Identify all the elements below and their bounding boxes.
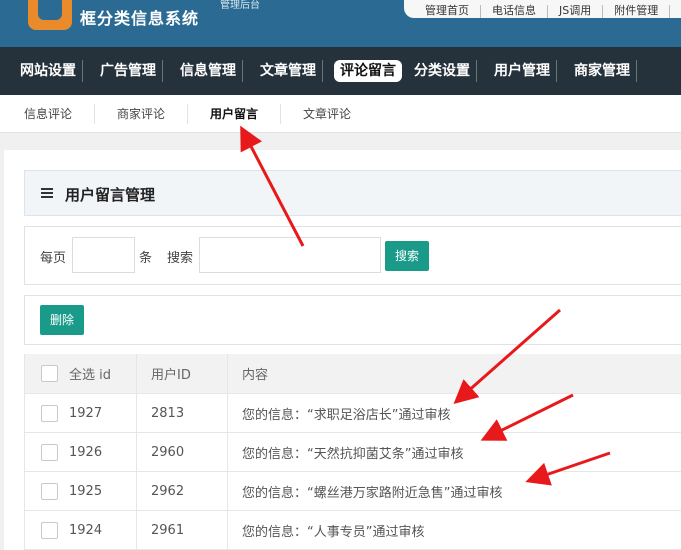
page-title: 用户留言管理 [65, 186, 156, 204]
per-page-input[interactable] [72, 237, 135, 273]
nav-item-ads[interactable]: 广告管理 [94, 60, 163, 82]
page-title-bar: 用户留言管理 [24, 170, 681, 216]
top-header: 框分类信息系统 管理后台 管理首页 电话信息 JS调用 附件管理 [0, 0, 681, 47]
nav-item-categories[interactable]: 分类设置 [408, 60, 477, 82]
sub-nav: 信息评论 商家评论 用户留言 文章评论 [0, 95, 681, 133]
nav-item-users[interactable]: 用户管理 [488, 60, 557, 82]
nav-item-comments[interactable]: 评论留言 [334, 60, 402, 82]
header-user-id: 用户ID [137, 354, 228, 393]
nav-item-site-settings[interactable]: 网站设置 [14, 60, 83, 82]
row-checkbox[interactable] [41, 482, 58, 500]
row-user-id: 2962 [137, 472, 228, 510]
main-nav: 网站设置 广告管理 信息管理 文章管理 评论留言 分类设置 用户管理 商家管理 [0, 47, 681, 95]
quick-link-home[interactable]: 管理首页 [414, 5, 481, 18]
row-content: 您的信息：“螺丝港万家路附近急售”通过审核 [242, 485, 503, 501]
row-id: 1924 [69, 522, 103, 538]
quick-links: 管理首页 电话信息 JS调用 附件管理 [404, 0, 681, 18]
search-input[interactable] [199, 237, 381, 273]
row-id-cell: 1924 [25, 511, 137, 549]
row-id-cell: 1927 [25, 394, 137, 432]
row-checkbox[interactable] [41, 404, 58, 422]
nav-item-merchants[interactable]: 商家管理 [568, 60, 637, 82]
brand-subtitle: 管理后台 [220, 0, 260, 11]
table-row: 1927 2813 您的信息：“求职足浴店长”通过审核 [24, 394, 681, 433]
row-content: 您的信息：“天然抗抑菌艾条”通过审核 [242, 446, 464, 462]
select-all-checkbox[interactable] [41, 365, 58, 382]
quick-link-attachments[interactable]: 附件管理 [603, 5, 671, 18]
quick-link-phone[interactable]: 电话信息 [481, 5, 548, 18]
subnav-article-comments[interactable]: 文章评论 [281, 104, 373, 124]
row-id: 1927 [69, 405, 103, 421]
row-content: 您的信息：“人事专员”通过审核 [242, 524, 425, 540]
action-bar: 删除 [24, 295, 681, 345]
search-button[interactable]: 搜索 [385, 241, 429, 271]
row-id: 1925 [69, 483, 103, 499]
row-checkbox[interactable] [41, 443, 58, 461]
subnav-user-messages[interactable]: 用户留言 [188, 103, 282, 124]
messages-table: 全选 id 用户ID 内容 1927 2813 您的信息：“求职足浴店长”通过审… [24, 354, 681, 550]
subnav-info-comments[interactable]: 信息评论 [0, 103, 96, 124]
select-all-cell: 全选 id [25, 354, 137, 393]
header-content: 内容 [242, 368, 269, 383]
list-icon [41, 188, 53, 199]
row-checkbox[interactable] [41, 521, 58, 539]
row-content: 您的信息：“求职足浴店长”通过审核 [242, 407, 451, 423]
per-page-unit: 条 [139, 251, 153, 266]
row-id-cell: 1926 [25, 433, 137, 471]
brand-title: 框分类信息系统 [80, 9, 200, 28]
table-row: 1926 2960 您的信息：“天然抗抑菌艾条”通过审核 [24, 433, 681, 472]
subnav-merchant-comments[interactable]: 商家评论 [95, 103, 189, 124]
row-user-id: 2813 [137, 394, 228, 432]
search-bar: 每页 条 搜索 搜索 [24, 226, 681, 285]
table-row: 1925 2962 您的信息：“螺丝港万家路附近急售”通过审核 [24, 472, 681, 511]
table-row: 1924 2961 您的信息：“人事专员”通过审核 [24, 511, 681, 550]
nav-item-articles[interactable]: 文章管理 [254, 60, 323, 82]
quick-link-js[interactable]: JS调用 [548, 5, 604, 18]
search-label: 搜索 [167, 251, 194, 266]
delete-button[interactable]: 删除 [40, 305, 84, 335]
nav-item-info[interactable]: 信息管理 [174, 60, 243, 82]
per-page-label: 每页 [40, 251, 67, 266]
row-id-cell: 1925 [25, 472, 137, 510]
table-header: 全选 id 用户ID 内容 [24, 354, 681, 394]
row-user-id: 2961 [137, 511, 228, 549]
row-user-id: 2960 [137, 433, 228, 471]
row-id: 1926 [69, 444, 103, 460]
select-all-label: 全选 id [69, 368, 111, 383]
logo-icon [28, 0, 72, 30]
